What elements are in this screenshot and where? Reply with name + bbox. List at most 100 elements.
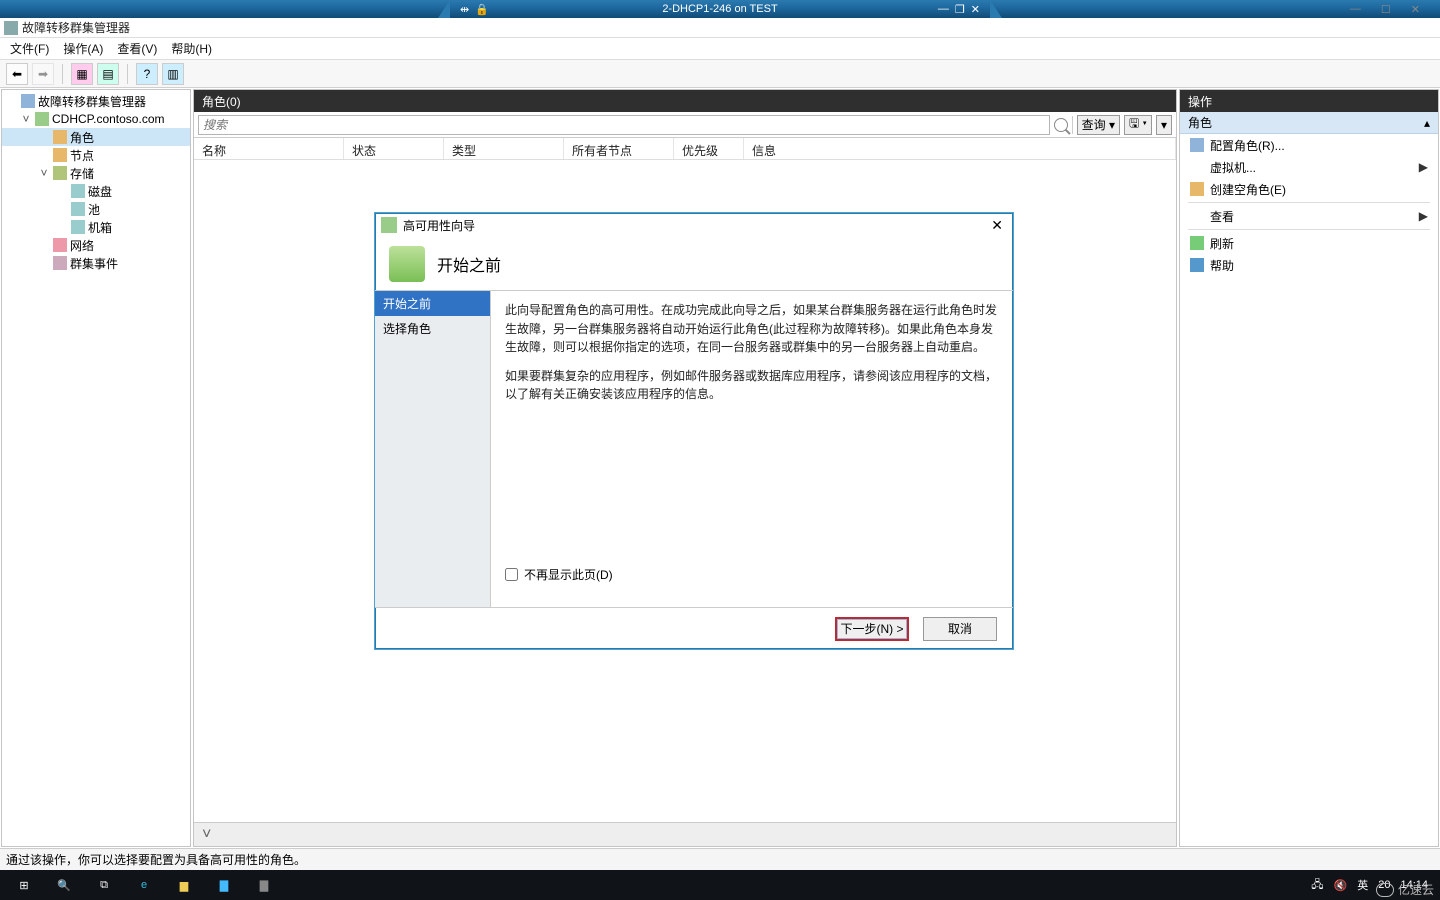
- configure-role-icon: [1190, 138, 1204, 152]
- help-icon: [1190, 258, 1204, 272]
- tree-pools[interactable]: 池: [2, 200, 190, 218]
- vm-title: 2-DHCP1-246 on TEST: [662, 3, 777, 15]
- chevron-down-icon[interactable]: ˅: [202, 826, 211, 844]
- wizard-steps: 开始之前 选择角色: [375, 291, 491, 607]
- center-footer[interactable]: ˅: [194, 822, 1176, 846]
- menu-bar: 文件(F) 操作(A) 查看(V) 帮助(H): [0, 38, 1440, 60]
- action-help[interactable]: 帮助: [1180, 254, 1438, 276]
- view-button[interactable]: ▥: [162, 63, 184, 85]
- center-pane: 角色(0) 查询 ▾ 🖫 ▾ ▾ 名称 状态 类型 所有者节点 优先级 信息 高…: [193, 89, 1177, 847]
- wizard-next-button[interactable]: 下一步(N) >: [835, 617, 909, 641]
- taskbar[interactable]: ⊞ 🔍 ⧉ e ▆ ▇ ▇ 🖧 🔇 英 20 14:14 亿速云: [0, 870, 1440, 900]
- host-maximize-button[interactable]: ☐: [1381, 3, 1391, 16]
- wizard-para1: 此向导配置角色的高可用性。在成功完成此向导之后，如果某台群集服务器在运行此角色时…: [505, 301, 999, 357]
- wizard-step-before[interactable]: 开始之前: [375, 291, 490, 316]
- col-info: 信息: [744, 138, 1176, 159]
- roles-list: 高可用性向导 ✕ 开始之前 开始之前 选择角色 此向导配置角色的高可用性。在成功…: [194, 160, 1176, 822]
- col-status: 状态: [344, 138, 444, 159]
- action-configure-role[interactable]: 配置角色(R)...: [1180, 134, 1438, 156]
- vm-minimize-button[interactable]: —: [938, 3, 949, 16]
- tree-storage[interactable]: ˅存储: [2, 164, 190, 182]
- back-button[interactable]: ⬅: [6, 63, 28, 85]
- collapse-icon[interactable]: ▴: [1424, 116, 1430, 130]
- action-create-empty-role[interactable]: 创建空角色(E): [1180, 178, 1438, 200]
- tree-root[interactable]: 故障转移群集管理器: [2, 92, 190, 110]
- action-refresh[interactable]: 刷新: [1180, 232, 1438, 254]
- tree-enclosures[interactable]: 机箱: [2, 218, 190, 236]
- navigation-tree[interactable]: 故障转移群集管理器 ˅CDHCP.contoso.com 角色 节点 ˅存储 磁…: [1, 89, 191, 847]
- search-input[interactable]: [198, 115, 1050, 135]
- host-close-button[interactable]: ✕: [1411, 3, 1420, 16]
- menu-action[interactable]: 操作(A): [57, 38, 109, 59]
- app-icon: [4, 21, 18, 35]
- toolbar: ⬅ ➡ ▦ ▤ ? ▥: [0, 60, 1440, 88]
- tree-roles[interactable]: 角色: [2, 128, 190, 146]
- wizard-titlebar[interactable]: 高可用性向导 ✕: [375, 213, 1013, 237]
- submenu-arrow-icon: ▶: [1419, 209, 1428, 223]
- wizard-title: 高可用性向导: [403, 217, 475, 234]
- wizard-step-select-role[interactable]: 选择角色: [375, 316, 490, 341]
- wizard-cancel-button[interactable]: 取消: [923, 617, 997, 641]
- status-bar: 通过该操作，你可以选择要配置为具备高可用性的角色。: [0, 848, 1440, 870]
- tree-cluster[interactable]: ˅CDHCP.contoso.com: [2, 110, 190, 128]
- center-header: 角色(0): [194, 90, 1176, 112]
- tray-ime[interactable]: 英: [1357, 877, 1368, 893]
- wizard-para2: 如果要群集复杂的应用程序，例如邮件服务器或数据库应用程序，请参阅该应用程序的文档…: [505, 367, 999, 404]
- lock-icon[interactable]: 🔒: [475, 3, 489, 16]
- actions-subheader[interactable]: 角色▴: [1180, 112, 1438, 134]
- vm-close-button[interactable]: ✕: [971, 3, 980, 16]
- search-row: 查询 ▾ 🖫 ▾ ▾: [194, 112, 1176, 138]
- wizard-close-button[interactable]: ✕: [987, 217, 1007, 234]
- forward-button[interactable]: ➡: [32, 63, 54, 85]
- pin-icon[interactable]: ⇹: [460, 3, 469, 16]
- taskbar-app1[interactable]: ▇: [204, 870, 244, 900]
- menu-file[interactable]: 文件(F): [4, 38, 55, 59]
- high-availability-wizard: 高可用性向导 ✕ 开始之前 开始之前 选择角色 此向导配置角色的高可用性。在成功…: [374, 212, 1014, 650]
- col-name: 名称: [194, 138, 344, 159]
- options-dropdown-button[interactable]: ▾: [1156, 115, 1172, 135]
- tree-networks[interactable]: 网络: [2, 236, 190, 254]
- properties-button[interactable]: ▦: [71, 63, 93, 85]
- start-button[interactable]: ⊞: [4, 870, 44, 900]
- tree-nodes[interactable]: 节点: [2, 146, 190, 164]
- search-button[interactable]: 🔍: [44, 870, 84, 900]
- create-role-icon: [1190, 182, 1204, 196]
- taskbar-ie[interactable]: e: [124, 870, 164, 900]
- host-minimize-button[interactable]: —: [1350, 3, 1361, 16]
- col-owner: 所有者节点: [564, 138, 674, 159]
- col-priority: 优先级: [674, 138, 744, 159]
- menu-help[interactable]: 帮助(H): [165, 38, 218, 59]
- action-view[interactable]: 查看▶: [1180, 205, 1438, 227]
- wizard-icon: [381, 217, 397, 233]
- tray-volume-icon[interactable]: 🔇: [1334, 879, 1348, 892]
- refresh-icon: [1190, 236, 1204, 250]
- query-button[interactable]: 查询 ▾: [1077, 115, 1120, 135]
- vm-connection-bar: ⇹ 🔒 2-DHCP1-246 on TEST — ❐ ✕ — ☐ ✕: [0, 0, 1440, 18]
- refresh-button[interactable]: ▤: [97, 63, 119, 85]
- save-dropdown-button[interactable]: 🖫 ▾: [1124, 115, 1152, 135]
- search-icon[interactable]: [1054, 118, 1068, 132]
- col-type: 类型: [444, 138, 564, 159]
- actions-header: 操作: [1180, 90, 1438, 112]
- actions-pane: 操作 角色▴ 配置角色(R)... 虚拟机...▶ 创建空角色(E) 查看▶ 刷…: [1179, 89, 1439, 847]
- watermark: 亿速云: [1376, 881, 1434, 898]
- tray-network-icon[interactable]: 🖧: [1311, 876, 1323, 895]
- action-virtual-machine[interactable]: 虚拟机...▶: [1180, 156, 1438, 178]
- status-text: 通过该操作，你可以选择要配置为具备高可用性的角色。: [6, 851, 306, 868]
- tree-disks[interactable]: 磁盘: [2, 182, 190, 200]
- column-headers[interactable]: 名称 状态 类型 所有者节点 优先级 信息: [194, 138, 1176, 160]
- skip-page-checkbox[interactable]: [505, 568, 518, 581]
- skip-page-label: 不再显示此页(D): [524, 566, 613, 583]
- help-button[interactable]: ?: [136, 63, 158, 85]
- taskbar-explorer[interactable]: ▆: [164, 870, 204, 900]
- taskbar-app2[interactable]: ▇: [244, 870, 284, 900]
- submenu-arrow-icon: ▶: [1419, 160, 1428, 174]
- task-view-button[interactable]: ⧉: [84, 870, 124, 900]
- watermark-icon: [1376, 883, 1394, 897]
- menu-view[interactable]: 查看(V): [111, 38, 163, 59]
- window-title: 故障转移群集管理器: [22, 19, 130, 36]
- tree-events[interactable]: 群集事件: [2, 254, 190, 272]
- wizard-content: 此向导配置角色的高可用性。在成功完成此向导之后，如果某台群集服务器在运行此角色时…: [491, 291, 1013, 607]
- wizard-heading: 开始之前: [437, 252, 501, 276]
- vm-maximize-button[interactable]: ❐: [955, 3, 965, 16]
